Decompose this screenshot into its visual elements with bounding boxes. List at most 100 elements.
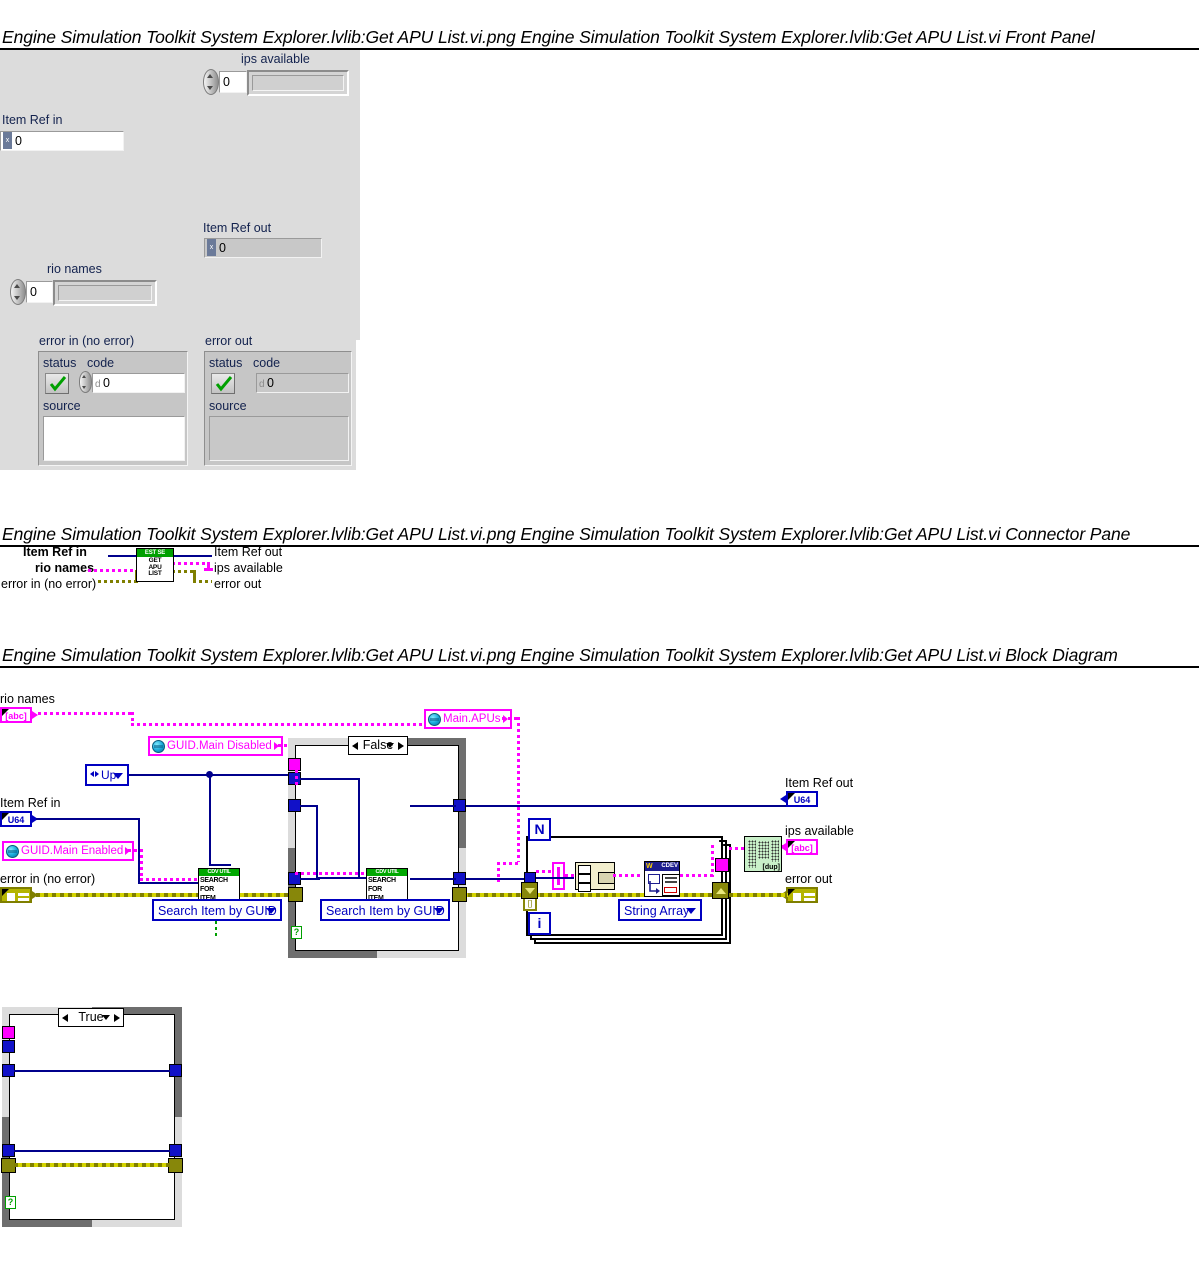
true-case-tunnel-blue-right-1[interactable] <box>169 1064 182 1077</box>
concat-glyph-3 <box>578 883 591 892</box>
rio-names-element[interactable] <box>58 285 152 301</box>
true-case-tunnel-blue-right-2[interactable] <box>169 1144 182 1157</box>
ips-available-array-frame <box>247 70 349 96</box>
bd-terminal-error-out[interactable] <box>786 887 818 903</box>
case-selector-true-label: True <box>78 1010 104 1024</box>
item-ref-in-control[interactable]: x0 <box>0 131 124 151</box>
error-in-status-checkmark-icon[interactable] <box>45 373 69 394</box>
globe-icon <box>152 740 165 753</box>
shift-register-right[interactable] <box>712 882 729 899</box>
cp-wire-error-out-stub <box>193 580 212 583</box>
wire-guid-enabled-h2 <box>140 878 206 881</box>
loop-tunnel-index-array[interactable]: [] <box>523 897 537 911</box>
ring-search-item-by-guid-2[interactable]: Search Item by GUID <box>320 899 450 921</box>
connector-pane-title-rule <box>0 545 1199 547</box>
true-case-tunnel-pink[interactable] <box>2 1026 15 1039</box>
chevron-down-icon[interactable] <box>266 908 276 914</box>
wire-dup-in <box>729 847 745 850</box>
chevron-down-icon[interactable] <box>102 1015 110 1020</box>
constant-guid-main-disabled[interactable]: GUID.Main Disabled <box>148 736 283 756</box>
case-tunnel-right-error[interactable] <box>452 887 467 902</box>
bd-terminal-item-ref-in[interactable]: U64 <box>0 811 32 827</box>
case-next-arrow-icon[interactable] <box>398 742 404 750</box>
chevron-down-icon[interactable] <box>686 908 696 914</box>
subvi-line-1: SEARCH <box>368 877 396 884</box>
error-in-source-field[interactable] <box>43 416 185 461</box>
loop-output-tunnel-pink[interactable] <box>715 858 729 872</box>
case-tunnel-left-error[interactable] <box>288 887 303 902</box>
bd-terminal-rio-names[interactable]: [abc] <box>0 707 32 723</box>
true-case-tunnel-blue-1[interactable] <box>2 1040 15 1053</box>
vi-icon-line-3: LIST <box>148 570 162 577</box>
case-next-arrow-icon[interactable] <box>114 1014 120 1022</box>
constant-main-apus[interactable]: Main.APUs <box>424 709 512 729</box>
case-inner-wire-2 <box>358 778 360 878</box>
block-diagram-section-title: Engine Simulation Toolkit System Explore… <box>2 645 1118 665</box>
string-constant-separator[interactable] <box>552 862 565 890</box>
chevron-down-icon[interactable] <box>113 773 123 779</box>
loop-wire-blue-1 <box>536 877 574 879</box>
chevron-down-icon[interactable] <box>386 743 394 748</box>
bd-terminal-error-in[interactable] <box>0 887 32 903</box>
spinner-up-arrow-icon[interactable] <box>82 375 86 378</box>
bd-terminal-item-ref-out[interactable]: U64 <box>786 791 818 807</box>
wire-ring-to-subvi-1 <box>215 921 217 939</box>
error-in-code-field[interactable]: d0 <box>92 373 185 393</box>
wire-up-to-search <box>209 864 231 866</box>
cp-output-label-error-out: error out <box>214 577 262 591</box>
spinner-down-arrow-icon[interactable] <box>14 296 20 300</box>
case-selector-true[interactable]: True <box>58 1008 124 1027</box>
item-ref-out-terminal-arrow-icon <box>780 795 786 803</box>
spinner-knob[interactable] <box>203 69 219 95</box>
subvi-remove-duplicates[interactable]: [dup] <box>744 836 782 872</box>
subvi-cdev-read[interactable]: W CDEV <box>644 861 680 897</box>
spinner-down-arrow-icon[interactable] <box>207 86 213 90</box>
ips-available-index-spinner[interactable] <box>203 69 219 95</box>
enum-up[interactable]: Up <box>85 764 129 786</box>
case-inner-wire-5 <box>316 877 368 879</box>
error-in-source-label: source <box>43 399 81 413</box>
error-out-code-value: 0 <box>267 376 274 390</box>
case-inner-wire-1 <box>300 778 360 780</box>
case-prev-arrow-icon[interactable] <box>352 742 358 750</box>
constant-guid-main-enabled-text: GUID.Main Enabled <box>21 845 124 857</box>
bd-terminal-ips-available[interactable]: [abc] <box>786 839 818 855</box>
terminal-corner-icon <box>2 813 9 820</box>
spinner-up-arrow-icon[interactable] <box>14 284 20 288</box>
loop-wire-pink-3 <box>613 874 643 877</box>
case-inner-wire-6 <box>300 878 320 880</box>
shift-register-left[interactable] <box>521 882 538 899</box>
spinner-knob[interactable] <box>10 279 26 305</box>
item-ref-in-label: Item Ref in <box>2 113 63 127</box>
cp-input-label-item-ref-in: Item Ref in <box>23 545 87 559</box>
wire-apus-to-loop-v <box>497 862 500 882</box>
error-out-code-label: code <box>253 356 281 370</box>
item-ref-in-type-badge: x <box>3 132 12 149</box>
error-in-code-spinner[interactable] <box>79 371 92 393</box>
cp-input-label-error-in: error in (no error) <box>1 577 97 591</box>
rio-names-index-value[interactable]: 0 <box>26 281 53 303</box>
spinner-down-arrow-icon[interactable] <box>82 386 86 389</box>
enum-right-arrow-icon <box>95 771 99 777</box>
terminal-corner-icon <box>788 793 795 800</box>
for-loop-iteration-terminal[interactable]: i <box>528 912 551 935</box>
chevron-down-icon[interactable] <box>434 908 444 914</box>
rio-names-index-spinner[interactable] <box>10 279 26 305</box>
error-cluster-glyph-b <box>18 893 29 896</box>
case-inner-wire-4 <box>316 805 318 879</box>
bd-label-rio-names: rio names <box>0 692 55 706</box>
true-case-tunnel-error-right[interactable] <box>168 1158 183 1173</box>
concatenate-strings-node[interactable] <box>575 862 615 892</box>
case-prev-arrow-icon[interactable] <box>62 1014 68 1022</box>
for-loop-count-terminal[interactable]: N <box>528 818 551 841</box>
ips-available-index-value[interactable]: 0 <box>219 71 247 93</box>
constant-guid-main-enabled[interactable]: GUID.Main Enabled <box>2 841 135 861</box>
ring-search-item-by-guid-1[interactable]: Search Item by GUID <box>152 899 282 921</box>
connector-pane-vi-icon[interactable]: EST SE GET APU LIST <box>136 548 174 582</box>
error-in-code-value: 0 <box>103 376 110 390</box>
ips-available-element[interactable] <box>252 75 344 91</box>
spinner-up-arrow-icon[interactable] <box>207 74 213 78</box>
ring-string-array[interactable]: String Array <box>618 899 702 921</box>
bd-terminal-item-ref-out-glyph: U64 <box>793 795 811 805</box>
case-selector-outer[interactable]: False <box>348 736 408 755</box>
